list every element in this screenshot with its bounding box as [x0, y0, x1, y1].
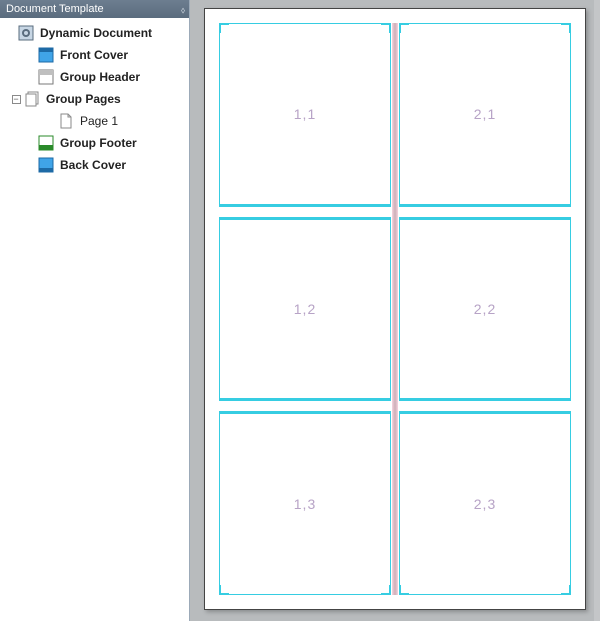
back-cover-icon	[38, 157, 54, 173]
cell-label: 2,1	[474, 106, 496, 122]
group-footer-icon	[38, 135, 54, 151]
page-sheet: 1,1 2,1 1,2 2,2	[204, 8, 586, 610]
spacer	[4, 27, 16, 39]
document-tree: Dynamic Document Front Cover Group Heade…	[0, 18, 189, 180]
tree-node-root[interactable]: Dynamic Document	[0, 22, 189, 44]
layout-cell-2-2[interactable]: 2,2	[399, 217, 571, 401]
page-icon	[58, 113, 74, 129]
crop-mark	[561, 585, 571, 595]
tree-label: Front Cover	[60, 48, 128, 62]
spacer	[24, 71, 36, 83]
panel-title-text: Document Template	[6, 3, 104, 15]
crop-mark	[219, 585, 229, 595]
tree-label: Back Cover	[60, 158, 126, 172]
crop-mark	[381, 23, 391, 33]
tree-label: Dynamic Document	[40, 26, 152, 40]
cell-label: 2,2	[474, 301, 496, 317]
cell-label: 2,3	[474, 496, 496, 512]
pin-icon[interactable]: ⬨	[181, 1, 185, 19]
tree-label: Group Header	[60, 70, 140, 84]
tree-label: Page 1	[80, 114, 118, 128]
spacer	[24, 49, 36, 61]
crop-mark	[219, 23, 229, 33]
layout-cell-2-3[interactable]: 2,3	[399, 411, 571, 595]
crop-mark	[399, 23, 409, 33]
cell-label: 1,2	[294, 301, 316, 317]
layout-cell-1-1[interactable]: 1,1	[219, 23, 391, 207]
layout-cell-2-1[interactable]: 2,1	[399, 23, 571, 207]
spacer	[24, 137, 36, 149]
tree-node-group-header[interactable]: Group Header	[0, 66, 189, 88]
crop-mark	[561, 23, 571, 33]
design-canvas[interactable]: 1,1 2,1 1,2 2,2	[190, 0, 600, 621]
document-icon	[18, 25, 34, 41]
panel-title-bar[interactable]: Document Template ⬨	[0, 0, 189, 18]
group-pages-icon	[24, 91, 40, 107]
vertical-scrollbar[interactable]	[594, 0, 600, 621]
cell-label: 1,1	[294, 106, 316, 122]
layout-cell-1-2[interactable]: 1,2	[219, 217, 391, 401]
sidebar: Document Template ⬨ Dynamic Document Fro…	[0, 0, 190, 621]
expand-toggle[interactable]: −	[10, 93, 22, 105]
tree-node-group-footer[interactable]: Group Footer	[0, 132, 189, 154]
spacer	[24, 159, 36, 171]
cell-grid: 1,1 2,1 1,2 2,2	[219, 23, 571, 595]
app-root: Document Template ⬨ Dynamic Document Fro…	[0, 0, 600, 621]
front-cover-icon	[38, 47, 54, 63]
crop-mark	[381, 585, 391, 595]
tree-node-group-pages[interactable]: − Group Pages	[0, 88, 189, 110]
tree-label: Group Pages	[46, 92, 121, 106]
tree-node-front-cover[interactable]: Front Cover	[0, 44, 189, 66]
tree-node-back-cover[interactable]: Back Cover	[0, 154, 189, 176]
page-inner: 1,1 2,1 1,2 2,2	[219, 23, 571, 595]
cell-label: 1,3	[294, 496, 316, 512]
scrollbar-thumb[interactable]	[594, 0, 600, 621]
spacer	[44, 115, 56, 127]
group-header-icon	[38, 69, 54, 85]
tree-label: Group Footer	[60, 136, 137, 150]
crop-mark	[399, 585, 409, 595]
layout-cell-1-3[interactable]: 1,3	[219, 411, 391, 595]
tree-node-page-1[interactable]: Page 1	[0, 110, 189, 132]
